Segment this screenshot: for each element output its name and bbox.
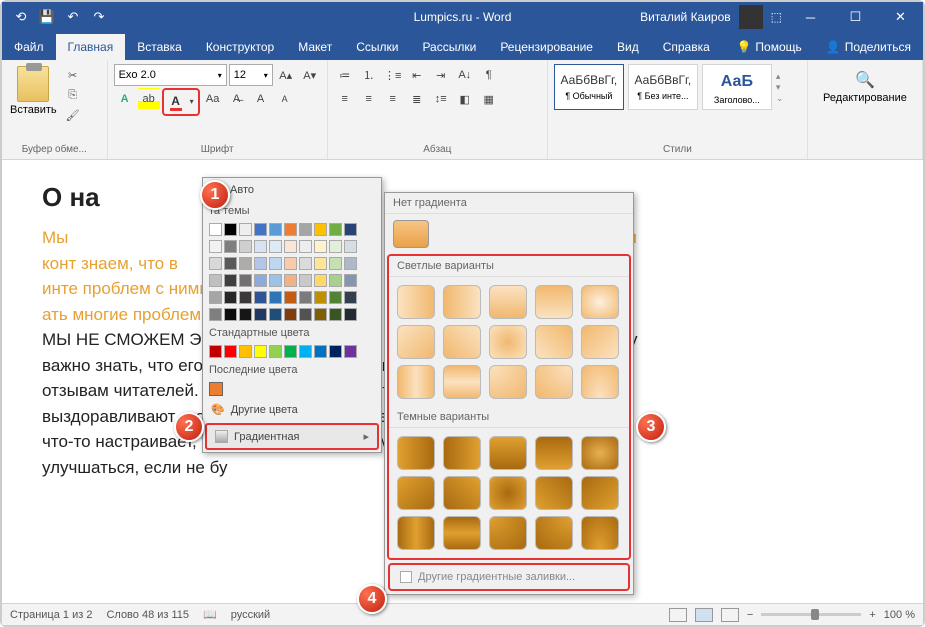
status-spell-icon[interactable]: 📖 (203, 608, 217, 621)
increase-indent-icon[interactable]: ⇥ (430, 64, 452, 86)
more-colors-item[interactable]: 🎨 Другие цвета (203, 398, 381, 421)
standard-colors-header: Стандартные цвета (203, 323, 381, 343)
font-name-combo[interactable]: Exo 2.0▾ (114, 64, 227, 86)
tab-help[interactable]: Справка (651, 34, 722, 60)
user-name[interactable]: Виталий Каиров (640, 10, 731, 24)
callout-3: 3 (636, 412, 666, 442)
status-lang[interactable]: русский (231, 609, 270, 621)
more-gradients-item[interactable]: Другие градиентные заливки... (388, 563, 630, 591)
decrease-indent-icon[interactable]: ⇤ (406, 64, 428, 86)
show-marks-icon[interactable]: ¶ (478, 64, 500, 86)
zoom-slider[interactable] (761, 613, 861, 616)
styles-label: Стили (554, 142, 801, 157)
line-spacing-icon[interactable]: ↕≡ (430, 88, 452, 110)
cut-icon[interactable]: ✂ (63, 66, 83, 84)
numbering-icon[interactable]: ⒈ (358, 64, 380, 86)
theme-colors-header: та темы (203, 201, 381, 221)
styles-up-icon[interactable]: ▴ (776, 71, 792, 82)
help-search[interactable]: 💡 Помощь (724, 34, 813, 60)
tab-view[interactable]: Вид (605, 34, 651, 60)
minimize-button[interactable]: ─ (788, 2, 833, 32)
no-gradient-header: Нет градиента (385, 193, 633, 214)
font-color-dropdown[interactable]: ▾ (187, 91, 197, 111)
undo-icon[interactable]: ↶ (62, 6, 84, 28)
tab-mailings[interactable]: Рассылки (410, 34, 488, 60)
styles-more-icon[interactable]: ⌄ (776, 93, 792, 104)
shrink-a-icon[interactable]: A (274, 88, 296, 110)
recent-colors-header: Последние цвета (203, 360, 381, 380)
edit-label[interactable]: Редактирование (823, 92, 907, 104)
justify-icon[interactable]: ≣ (406, 88, 428, 110)
clipboard-label: Буфер обме... (8, 142, 101, 157)
no-gradient-swatch[interactable] (393, 220, 429, 248)
para-label: Абзац (334, 142, 541, 157)
zoom-out-icon[interactable]: − (747, 609, 753, 621)
tab-review[interactable]: Рецензирование (488, 34, 605, 60)
gradient-item[interactable]: Градиентная (205, 423, 379, 450)
callout-2: 2 (174, 412, 204, 442)
user-avatar[interactable] (739, 5, 763, 29)
standard-row[interactable] (203, 343, 381, 360)
callout-4: 4 (357, 584, 387, 614)
maximize-button[interactable]: ☐ (833, 2, 878, 32)
dark-variants-header: Темные варианты (389, 407, 629, 428)
tab-layout[interactable]: Макет (286, 34, 344, 60)
shrink-font-icon[interactable]: A▾ (299, 64, 321, 86)
styles-down-icon[interactable]: ▾ (776, 82, 792, 93)
paste-button[interactable]: Вставить (8, 64, 59, 142)
font-color-button[interactable]: A (165, 91, 187, 113)
style-normal[interactable]: АаБбВвГг, ¶ Обычный (554, 64, 624, 110)
read-mode-icon[interactable] (669, 608, 687, 622)
zoom-in-icon[interactable]: + (869, 609, 875, 621)
autosave-icon[interactable]: ⟲ (10, 6, 32, 28)
tab-home[interactable]: Главная (56, 34, 126, 60)
shading-icon[interactable]: ◧ (454, 88, 476, 110)
grow-a-icon[interactable]: A (250, 88, 272, 110)
print-layout-icon[interactable] (695, 608, 713, 622)
web-layout-icon[interactable] (721, 608, 739, 622)
status-words[interactable]: Слово 48 из 115 (106, 609, 189, 621)
tab-design[interactable]: Конструктор (194, 34, 286, 60)
align-right-icon[interactable]: ≡ (382, 88, 404, 110)
borders-icon[interactable]: ▦ (478, 88, 500, 110)
bullets-icon[interactable]: ≔ (334, 64, 356, 86)
grow-font-icon[interactable]: A▴ (275, 64, 297, 86)
copy-icon[interactable]: ⎘ (63, 86, 83, 104)
zoom-value[interactable]: 100 % (884, 609, 915, 621)
multilevel-icon[interactable]: ⋮≡ (382, 64, 404, 86)
theme-row1[interactable] (203, 221, 381, 238)
highlight-icon[interactable]: ab (138, 88, 160, 110)
save-icon[interactable]: 💾 (36, 6, 58, 28)
align-center-icon[interactable]: ≡ (358, 88, 380, 110)
align-left-icon[interactable]: ≡ (334, 88, 356, 110)
recent-row[interactable] (203, 380, 381, 398)
callout-1: 1 (200, 180, 230, 210)
window-title: Lumpics.ru - Word (414, 10, 512, 24)
redo-icon[interactable]: ↷ (88, 6, 110, 28)
close-button[interactable]: ✕ (878, 2, 923, 32)
style-nospacing[interactable]: АаБбВвГг, ¶ Без инте... (628, 64, 698, 110)
format-painter-icon[interactable]: 🖌 (63, 106, 83, 124)
sort-icon[interactable]: A↓ (454, 64, 476, 86)
clear-format-icon[interactable]: A̶ (226, 88, 248, 110)
font-size-combo[interactable]: 12▾ (229, 64, 273, 86)
text-effects-icon[interactable]: A (114, 88, 136, 110)
find-icon[interactable]: 🔍 (855, 70, 875, 90)
light-variants-header: Светлые варианты (389, 256, 629, 277)
dark-grid[interactable] (389, 428, 629, 558)
gradient-menu: Нет градиента Светлые варианты Темные ва… (384, 192, 634, 595)
share-button[interactable]: 👤 Поделиться (814, 34, 923, 60)
clipboard-icon (17, 66, 49, 102)
tab-file[interactable]: Файл (2, 34, 56, 60)
style-heading1[interactable]: АаБ Заголово... (702, 64, 772, 110)
light-grid[interactable] (389, 277, 629, 407)
change-case-icon[interactable]: Aa (202, 88, 224, 110)
font-color-menu: Авто та темы Стандартные цвета Последние… (202, 177, 382, 453)
ribbon-options-icon[interactable]: ⬚ (771, 10, 782, 24)
tab-refs[interactable]: Ссылки (344, 34, 410, 60)
tab-insert[interactable]: Вставка (125, 34, 194, 60)
status-page[interactable]: Страница 1 из 2 (10, 609, 92, 621)
font-label: Шрифт (114, 142, 321, 157)
